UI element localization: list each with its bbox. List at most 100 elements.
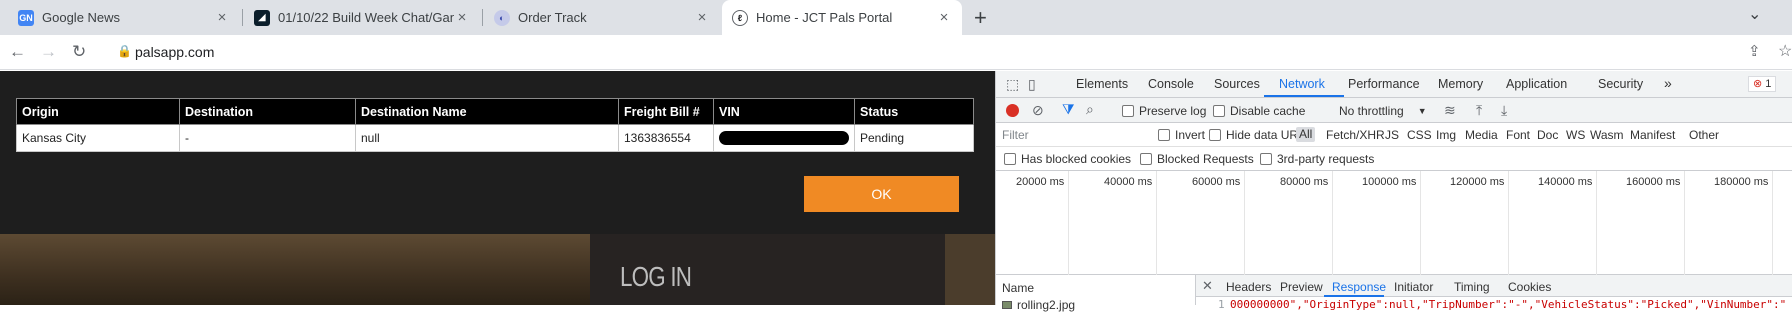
timeline-tick [1244,171,1245,275]
filter-type-all[interactable]: All [1296,127,1316,142]
lock-icon[interactable]: 🔒 [117,44,132,58]
cell-destination: - [179,124,356,152]
filter-input[interactable]: Filter [1002,128,1029,142]
devtools-tab-bar: ⬚ ▯ Elements Console Sources Network Per… [996,71,1792,98]
tab-cookies[interactable]: Cookies [1508,280,1551,294]
active-detail-tab-indicator [1324,295,1384,297]
third-party-requests-checkbox[interactable]: 3rd-party requests [1260,152,1374,166]
filter-type-media[interactable]: Media [1465,128,1498,142]
timeline-tick-label: 60000 ms [1192,176,1241,188]
network-conditions-icon[interactable]: ≋ [1444,102,1456,119]
checkbox-icon [1158,129,1170,141]
search-icon[interactable]: ⌕ [1086,101,1094,118]
filter-type-fetch-xhr[interactable]: Fetch/XHR [1326,128,1385,142]
error-count-badge[interactable]: ⊗ 1 [1748,76,1777,92]
filter-type-ws[interactable]: WS [1566,128,1585,142]
redaction-mark [719,131,849,146]
tab-order-track[interactable]: ◐ Order Track × [484,0,720,35]
network-timeline-overview[interactable]: 20000 ms 40000 ms 60000 ms 80000 ms 1000… [996,171,1792,275]
device-toolbar-icon[interactable]: ▯ [1028,76,1036,93]
close-details-icon[interactable]: ✕ [1202,278,1213,294]
back-icon[interactable]: ← [9,42,26,62]
filter-icon[interactable]: ⧩ [1062,101,1075,118]
has-blocked-cookies-checkbox[interactable]: Has blocked cookies [1004,152,1131,166]
throttling-select[interactable]: No throttling ▼ [1339,104,1427,118]
tab-headers[interactable]: Headers [1226,280,1271,294]
inspect-element-icon[interactable]: ⬚ [1006,76,1019,93]
bookmark-star-icon[interactable]: ☆ [1778,41,1792,61]
invert-checkbox[interactable]: Invert [1158,128,1205,142]
cell-status: Pending [854,124,974,152]
tab-security[interactable]: Security [1598,77,1643,91]
filter-type-other[interactable]: Other [1689,128,1719,142]
request-list: Name rolling2.jpg [996,275,1196,312]
more-tabs-icon[interactable]: » [1664,75,1672,91]
column-header-status: Status [854,98,974,125]
ok-button[interactable]: OK [804,176,959,212]
tab-initiator[interactable]: Initiator [1394,280,1433,294]
browser-toolbar: ← → ↻ [0,35,1792,70]
new-tab-button[interactable]: + [974,5,987,31]
tab-google-news[interactable]: GN Google News × [8,0,240,35]
preserve-log-checkbox[interactable]: Preserve log [1122,104,1206,118]
close-tab-icon[interactable]: × [936,9,952,26]
tab-elements[interactable]: Elements [1076,77,1128,91]
timeline-tick-label: 80000 ms [1280,176,1329,188]
has-blocked-cookies-label: Has blocked cookies [1021,152,1132,166]
forward-icon[interactable]: → [40,42,57,62]
tab-application[interactable]: Application [1506,77,1567,91]
timeline-tick [1156,171,1157,275]
timeline-tick-label: 100000 ms [1362,176,1417,188]
timeline-tick-label: 120000 ms [1450,176,1505,188]
tab-memory[interactable]: Memory [1438,77,1483,91]
close-tab-icon[interactable]: × [694,9,710,26]
tab-search-chevron-icon[interactable]: ⌄ [1748,4,1761,24]
tab-network[interactable]: Network [1279,77,1325,91]
checkbox-icon [1209,129,1221,141]
filter-bar: Filter Invert Hide data URLs All Fetch/X… [996,123,1792,147]
tab-build-week-chat[interactable]: ◢ 01/10/22 Build Week Chat/Gang × [244,0,480,35]
import-har-icon[interactable]: ⤒ [1476,102,1482,119]
tab-console[interactable]: Console [1148,77,1194,91]
blocked-filter-bar: Has blocked cookies Blocked Requests 3rd… [996,147,1792,171]
blocked-requests-label: Blocked Requests [1157,152,1254,166]
tab-timing[interactable]: Timing [1454,280,1490,294]
filter-type-doc[interactable]: Doc [1537,128,1558,142]
close-tab-icon[interactable]: × [214,9,230,26]
timeline-tick [1684,171,1685,275]
reload-icon[interactable]: ↻ [72,42,86,62]
disable-cache-checkbox[interactable]: Disable cache [1213,104,1305,118]
record-icon[interactable] [1006,104,1019,117]
timeline-tick [1068,171,1069,275]
export-har-icon[interactable]: ⤓ [1501,102,1507,119]
tab-preview[interactable]: Preview [1280,280,1323,294]
share-icon[interactable]: ⇪ [1748,42,1761,60]
background-landscape-image [0,234,590,305]
tab-response[interactable]: Response [1332,280,1386,294]
filter-type-wasm[interactable]: Wasm [1590,128,1624,142]
filter-type-img[interactable]: Img [1436,128,1456,142]
address-bar[interactable]: palsapp.com [135,44,214,60]
tab-title: 01/10/22 Build Week Chat/Gang [278,10,454,25]
login-heading: LOG IN [620,261,692,292]
timeline-tick [1508,171,1509,275]
tab-pals-portal[interactable]: ℓ Home - JCT Pals Portal × [722,0,962,35]
google-news-icon: GN [18,9,34,26]
timeline-tick-label: 20000 ms [1016,176,1065,188]
timeline-tick [1772,171,1773,275]
blocked-requests-checkbox[interactable]: Blocked Requests [1140,152,1254,166]
tab-performance[interactable]: Performance [1348,77,1420,91]
filter-type-js[interactable]: JS [1385,128,1399,142]
tab-title: Order Track [518,10,587,25]
cell-vin [713,124,855,152]
column-header-freight-bill: Freight Bill # [618,98,714,125]
filter-type-css[interactable]: CSS [1407,128,1432,142]
name-column-header[interactable]: Name [1002,281,1034,295]
filter-type-manifest[interactable]: Manifest [1630,128,1675,142]
close-tab-icon[interactable]: × [454,9,470,26]
tab-sources[interactable]: Sources [1214,77,1260,91]
clear-icon[interactable]: ⊘ [1032,102,1044,119]
request-row[interactable]: rolling2.jpg [1002,298,1075,312]
filter-type-font[interactable]: Font [1506,128,1530,142]
table-header-row: Origin Destination Destination Name Frei… [16,98,974,125]
